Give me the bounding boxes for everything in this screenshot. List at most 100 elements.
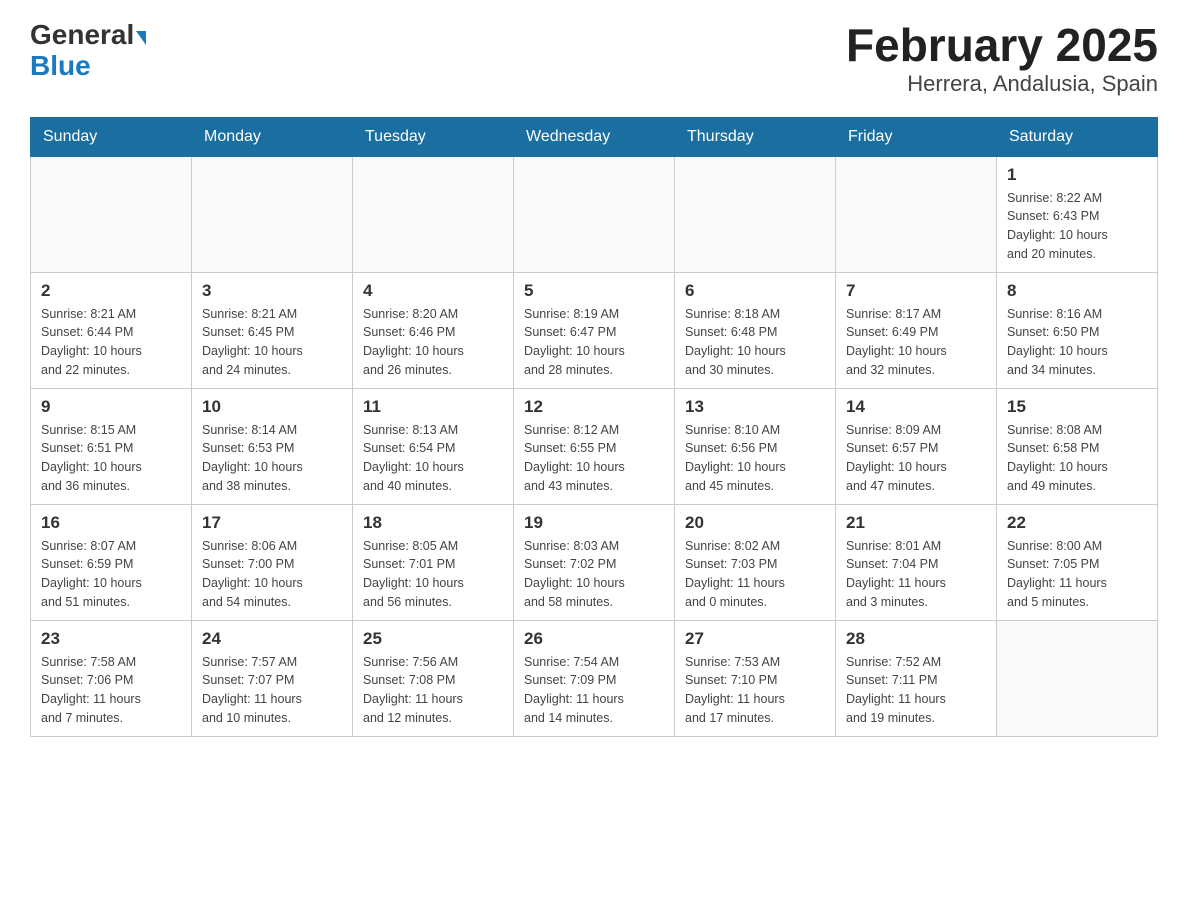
day-info: Sunrise: 7:56 AMSunset: 7:08 PMDaylight:… (363, 653, 503, 728)
day-info: Sunrise: 8:05 AMSunset: 7:01 PMDaylight:… (363, 537, 503, 612)
page-header: General Blue February 2025 Herrera, Anda… (30, 20, 1158, 97)
day-info: Sunrise: 8:14 AMSunset: 6:53 PMDaylight:… (202, 421, 342, 496)
calendar-week-2: 2 Sunrise: 8:21 AMSunset: 6:44 PMDaylight… (31, 272, 1158, 388)
calendar-cell: 9 Sunrise: 8:15 AMSunset: 6:51 PMDaylight… (31, 388, 192, 504)
weekday-header-wednesday: Wednesday (514, 117, 675, 156)
day-info: Sunrise: 8:12 AMSunset: 6:55 PMDaylight:… (524, 421, 664, 496)
day-number: 9 (41, 397, 181, 417)
day-info: Sunrise: 8:00 AMSunset: 7:05 PMDaylight:… (1007, 537, 1147, 612)
calendar-cell: 15Sunrise: 8:08 AMSunset: 6:58 PMDayligh… (997, 388, 1158, 504)
calendar-week-3: 9 Sunrise: 8:15 AMSunset: 6:51 PMDaylight… (31, 388, 1158, 504)
calendar-cell: 28 Sunrise: 7:52 AMSunset: 7:11 PMDayligh… (836, 620, 997, 736)
day-number: 11 (363, 397, 503, 417)
weekday-header-friday: Friday (836, 117, 997, 156)
title-block: February 2025 Herrera, Andalusia, Spain (846, 20, 1158, 97)
logo-blue: Blue (30, 51, 146, 82)
calendar-cell: 27Sunrise: 7:53 AMSunset: 7:10 PMDayligh… (675, 620, 836, 736)
calendar-cell: 13 Sunrise: 8:10 AMSunset: 6:56 PMDayligh… (675, 388, 836, 504)
day-info: Sunrise: 8:06 AMSunset: 7:00 PMDaylight:… (202, 537, 342, 612)
calendar-cell: 8 Sunrise: 8:16 AMSunset: 6:50 PMDaylight… (997, 272, 1158, 388)
calendar-cell: 16Sunrise: 8:07 AMSunset: 6:59 PMDayligh… (31, 504, 192, 620)
weekday-header-monday: Monday (192, 117, 353, 156)
day-info: Sunrise: 8:22 AMSunset: 6:43 PMDaylight:… (1007, 189, 1147, 264)
logo-general: General (30, 20, 146, 51)
day-info: Sunrise: 8:16 AMSunset: 6:50 PMDaylight:… (1007, 305, 1147, 380)
calendar-cell: 12 Sunrise: 8:12 AMSunset: 6:55 PMDayligh… (514, 388, 675, 504)
calendar-cell: 4 Sunrise: 8:20 AMSunset: 6:46 PMDaylight… (353, 272, 514, 388)
day-number: 23 (41, 629, 181, 649)
calendar-cell: 25 Sunrise: 7:56 AMSunset: 7:08 PMDayligh… (353, 620, 514, 736)
day-info: Sunrise: 8:01 AMSunset: 7:04 PMDaylight:… (846, 537, 986, 612)
calendar-body: 1Sunrise: 8:22 AMSunset: 6:43 PMDaylight… (31, 156, 1158, 736)
day-number: 10 (202, 397, 342, 417)
day-info: Sunrise: 7:52 AMSunset: 7:11 PMDaylight:… (846, 653, 986, 728)
day-number: 12 (524, 397, 664, 417)
day-info: Sunrise: 8:18 AMSunset: 6:48 PMDaylight:… (685, 305, 825, 380)
calendar-cell: 1Sunrise: 8:22 AMSunset: 6:43 PMDaylight… (997, 156, 1158, 272)
day-info: Sunrise: 8:17 AMSunset: 6:49 PMDaylight:… (846, 305, 986, 380)
day-info: Sunrise: 7:53 AMSunset: 7:10 PMDaylight:… (685, 653, 825, 728)
calendar-cell: 7 Sunrise: 8:17 AMSunset: 6:49 PMDaylight… (836, 272, 997, 388)
day-info: Sunrise: 8:13 AMSunset: 6:54 PMDaylight:… (363, 421, 503, 496)
day-number: 14 (846, 397, 986, 417)
calendar-header: SundayMondayTuesdayWednesdayThursdayFrid… (31, 117, 1158, 156)
calendar-cell (675, 156, 836, 272)
day-info: Sunrise: 8:08 AMSunset: 6:58 PMDaylight:… (1007, 421, 1147, 496)
day-number: 8 (1007, 281, 1147, 301)
calendar-cell: 26 Sunrise: 7:54 AMSunset: 7:09 PMDayligh… (514, 620, 675, 736)
day-number: 5 (524, 281, 664, 301)
weekday-header-sunday: Sunday (31, 117, 192, 156)
day-number: 4 (363, 281, 503, 301)
day-info: Sunrise: 7:54 AMSunset: 7:09 PMDaylight:… (524, 653, 664, 728)
day-info: Sunrise: 8:03 AMSunset: 7:02 PMDaylight:… (524, 537, 664, 612)
calendar-cell: 14 Sunrise: 8:09 AMSunset: 6:57 PMDayligh… (836, 388, 997, 504)
calendar-cell (353, 156, 514, 272)
weekday-header-thursday: Thursday (675, 117, 836, 156)
calendar-title: February 2025 (846, 20, 1158, 71)
day-number: 24 (202, 629, 342, 649)
calendar-cell (997, 620, 1158, 736)
weekday-row: SundayMondayTuesdayWednesdayThursdayFrid… (31, 117, 1158, 156)
day-number: 7 (846, 281, 986, 301)
calendar-cell (836, 156, 997, 272)
calendar-week-4: 16Sunrise: 8:07 AMSunset: 6:59 PMDayligh… (31, 504, 1158, 620)
day-number: 2 (41, 281, 181, 301)
day-number: 19 (524, 513, 664, 533)
calendar-cell: 17 Sunrise: 8:06 AMSunset: 7:00 PMDayligh… (192, 504, 353, 620)
logo: General Blue (30, 20, 146, 82)
day-number: 18 (363, 513, 503, 533)
day-info: Sunrise: 8:21 AMSunset: 6:45 PMDaylight:… (202, 305, 342, 380)
calendar-cell: 11 Sunrise: 8:13 AMSunset: 6:54 PMDayligh… (353, 388, 514, 504)
calendar-cell: 23 Sunrise: 7:58 AMSunset: 7:06 PMDayligh… (31, 620, 192, 736)
weekday-header-tuesday: Tuesday (353, 117, 514, 156)
calendar-week-5: 23 Sunrise: 7:58 AMSunset: 7:06 PMDayligh… (31, 620, 1158, 736)
calendar-cell: 18 Sunrise: 8:05 AMSunset: 7:01 PMDayligh… (353, 504, 514, 620)
calendar-cell: 5Sunrise: 8:19 AMSunset: 6:47 PMDaylight… (514, 272, 675, 388)
calendar-cell: 10 Sunrise: 8:14 AMSunset: 6:53 PMDayligh… (192, 388, 353, 504)
day-number: 20 (685, 513, 825, 533)
day-number: 6 (685, 281, 825, 301)
day-number: 16 (41, 513, 181, 533)
day-number: 17 (202, 513, 342, 533)
calendar-cell: 19 Sunrise: 8:03 AMSunset: 7:02 PMDayligh… (514, 504, 675, 620)
day-info: Sunrise: 8:09 AMSunset: 6:57 PMDaylight:… (846, 421, 986, 496)
day-info: Sunrise: 8:02 AMSunset: 7:03 PMDaylight:… (685, 537, 825, 612)
day-number: 25 (363, 629, 503, 649)
calendar-cell (192, 156, 353, 272)
day-number: 3 (202, 281, 342, 301)
day-info: Sunrise: 8:15 AMSunset: 6:51 PMDaylight:… (41, 421, 181, 496)
day-info: Sunrise: 8:10 AMSunset: 6:56 PMDaylight:… (685, 421, 825, 496)
day-number: 26 (524, 629, 664, 649)
calendar-cell (31, 156, 192, 272)
day-number: 28 (846, 629, 986, 649)
day-info: Sunrise: 7:57 AMSunset: 7:07 PMDaylight:… (202, 653, 342, 728)
calendar-cell (514, 156, 675, 272)
day-info: Sunrise: 8:20 AMSunset: 6:46 PMDaylight:… (363, 305, 503, 380)
calendar-cell: 22Sunrise: 8:00 AMSunset: 7:05 PMDayligh… (997, 504, 1158, 620)
day-number: 21 (846, 513, 986, 533)
day-info: Sunrise: 7:58 AMSunset: 7:06 PMDaylight:… (41, 653, 181, 728)
weekday-header-saturday: Saturday (997, 117, 1158, 156)
calendar-cell: 2 Sunrise: 8:21 AMSunset: 6:44 PMDaylight… (31, 272, 192, 388)
day-info: Sunrise: 8:21 AMSunset: 6:44 PMDaylight:… (41, 305, 181, 380)
day-number: 13 (685, 397, 825, 417)
